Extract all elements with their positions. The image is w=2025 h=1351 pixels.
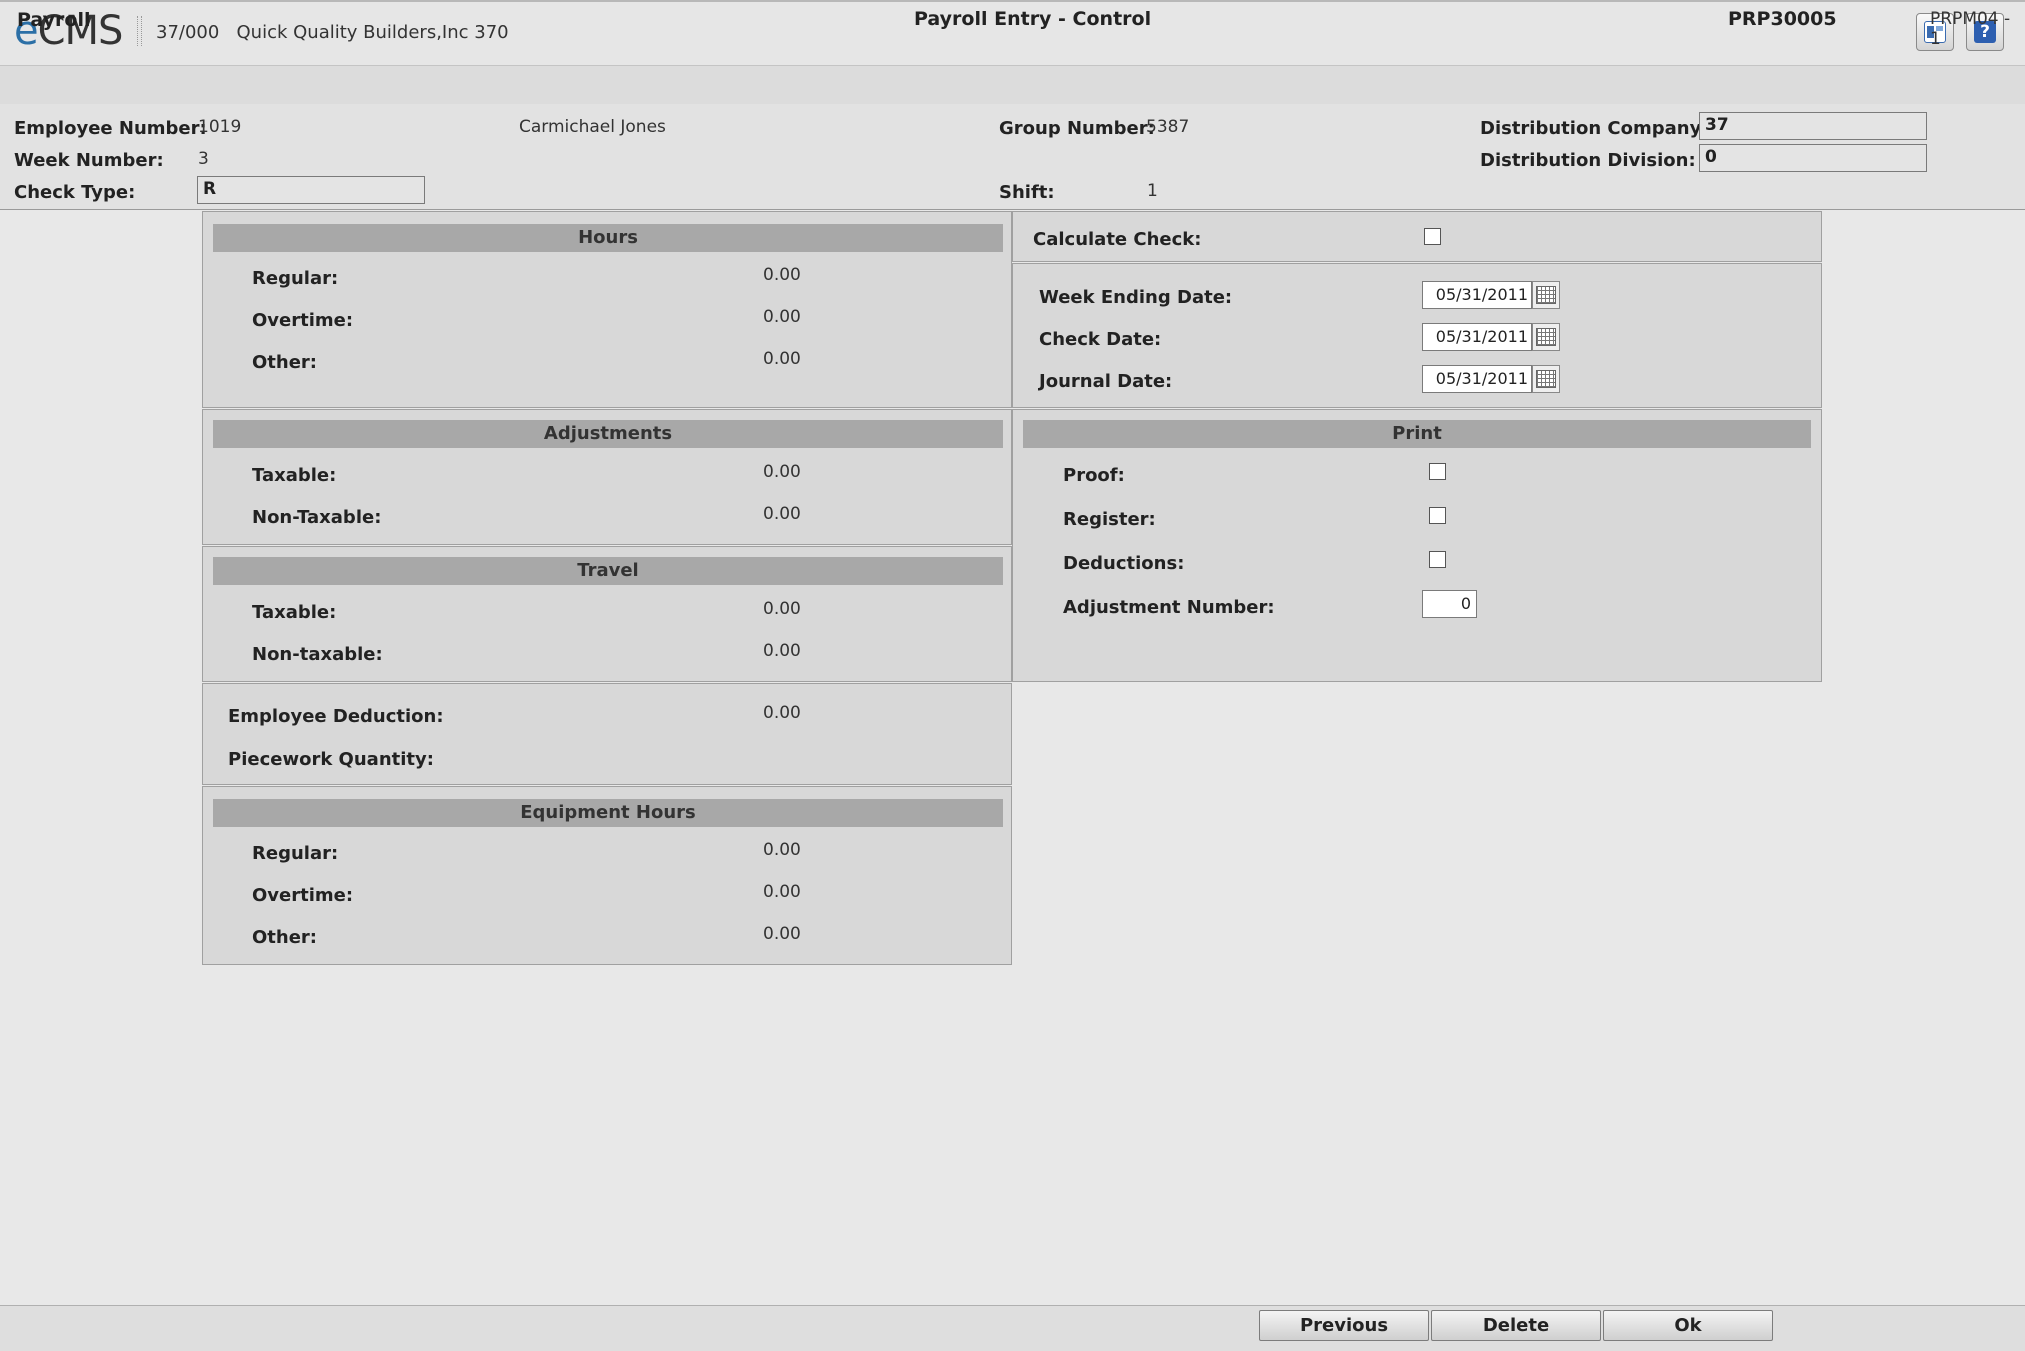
travel-taxable-value: 0.00 [763, 599, 801, 619]
employee-number-label: Employee Number: [14, 118, 207, 139]
employee-name: Carmichael Jones [519, 117, 666, 137]
travel-panel: Travel Taxable: 0.00 Non-taxable: 0.00 [202, 546, 1012, 682]
delete-button[interactable]: Delete [1431, 1310, 1601, 1341]
proof-label: Proof: [1063, 465, 1125, 486]
week-ending-date-label: Week Ending Date: [1039, 287, 1233, 308]
employee-deduction-value: 0.00 [763, 703, 801, 723]
module-name: Payroll [17, 9, 91, 31]
dates-panel: Week Ending Date: 05/31/2011 Check Date:… [1012, 263, 1822, 408]
employee-deduction-label: Employee Deduction: [228, 706, 444, 727]
adjustments-panel: Adjustments Taxable: 0.00 Non-Taxable: 0… [202, 409, 1012, 545]
equipment-regular-value: 0.00 [763, 840, 801, 860]
shift-value: 1 [1147, 181, 1158, 201]
equipment-other-value: 0.00 [763, 924, 801, 944]
piecework-quantity-label: Piecework Quantity: [228, 749, 434, 770]
hours-other-value: 0.00 [763, 349, 801, 369]
equipment-hours-panel: Equipment Hours Regular: 0.00 Overtime: … [202, 786, 1012, 965]
distribution-division-input[interactable]: 0 [1699, 144, 1927, 172]
register-label: Register: [1063, 509, 1156, 530]
travel-nontaxable-value: 0.00 [763, 641, 801, 661]
distribution-division-label: Distribution Division: [1480, 150, 1696, 171]
adjustments-taxable-label: Taxable: [252, 465, 337, 486]
previous-button[interactable]: Previous [1259, 1310, 1429, 1341]
register-checkbox[interactable] [1429, 507, 1446, 524]
deductions-checkbox[interactable] [1429, 551, 1446, 568]
logo-separator [137, 16, 142, 46]
calculate-check-label: Calculate Check: [1033, 229, 1202, 250]
print-header: Print [1023, 420, 1811, 448]
page-title: Payroll Entry - Control [914, 8, 1152, 30]
week-number: 3 [198, 149, 209, 169]
calendar-icon[interactable] [1532, 281, 1560, 309]
screen-code: PRPM04 - 1 [1930, 9, 2011, 49]
print-panel: Print Proof: Register: Deductions: Adjus… [1012, 409, 1822, 682]
distribution-company-label: Distribution Company: [1480, 118, 1709, 139]
travel-nontaxable-label: Non-taxable: [252, 644, 383, 665]
calculate-check-panel: Calculate Check: [1012, 211, 1822, 262]
equipment-regular-label: Regular: [252, 843, 339, 864]
check-date-input[interactable]: 05/31/2011 [1422, 323, 1532, 351]
title-bar [0, 65, 2025, 105]
equipment-overtime-value: 0.00 [763, 882, 801, 902]
week-ending-date-input[interactable]: 05/31/2011 [1422, 281, 1532, 309]
calendar-icon[interactable] [1532, 323, 1560, 351]
equipment-other-label: Other: [252, 927, 318, 948]
hours-regular-label: Regular: [252, 268, 339, 289]
adjustments-taxable-value: 0.00 [763, 462, 801, 482]
hours-header: Hours [213, 224, 1003, 252]
adjustment-number-input[interactable]: 0 [1422, 590, 1477, 618]
deductions-label: Deductions: [1063, 553, 1185, 574]
equipment-overtime-label: Overtime: [252, 885, 354, 906]
check-type-input[interactable]: R [197, 176, 425, 204]
calculate-check-checkbox[interactable] [1424, 228, 1441, 245]
check-type-label: Check Type: [14, 182, 136, 203]
hours-regular-value: 0.00 [763, 265, 801, 285]
adjustments-nontaxable-label: Non-Taxable: [252, 507, 382, 528]
equipment-hours-header: Equipment Hours [213, 799, 1003, 827]
proof-checkbox[interactable] [1429, 463, 1446, 480]
program-code: PRP30005 [1728, 8, 1837, 30]
travel-header: Travel [213, 557, 1003, 585]
journal-date-label: Journal Date: [1039, 371, 1173, 392]
company-code: 37/000 [156, 22, 220, 43]
hours-overtime-value: 0.00 [763, 307, 801, 327]
hours-other-label: Other: [252, 352, 318, 373]
adjustments-header: Adjustments [213, 420, 1003, 448]
week-number-label: Week Number: [14, 150, 164, 171]
hours-overtime-label: Overtime: [252, 310, 354, 331]
ok-button[interactable]: Ok [1603, 1310, 1773, 1341]
journal-date-input[interactable]: 05/31/2011 [1422, 365, 1532, 393]
check-date-label: Check Date: [1039, 329, 1162, 350]
group-number-label: Group Number: [999, 118, 1155, 139]
travel-taxable-label: Taxable: [252, 602, 337, 623]
company-info: 37/000 Quick Quality Builders,Inc 370 [156, 22, 509, 43]
shift-label: Shift: [999, 182, 1055, 203]
employee-number: 1019 [198, 117, 242, 137]
adjustment-number-label: Adjustment Number: [1063, 597, 1275, 618]
adjustments-nontaxable-value: 0.00 [763, 504, 801, 524]
calendar-icon[interactable] [1532, 365, 1560, 393]
distribution-company-input[interactable]: 37 [1699, 112, 1927, 140]
hours-panel: Hours Regular: 0.00 Overtime: 0.00 Other… [202, 211, 1012, 408]
company-name: Quick Quality Builders,Inc 370 [236, 22, 509, 43]
deduction-panel: Employee Deduction: 0.00 Piecework Quant… [202, 683, 1012, 785]
group-number: 5387 [1146, 117, 1190, 137]
